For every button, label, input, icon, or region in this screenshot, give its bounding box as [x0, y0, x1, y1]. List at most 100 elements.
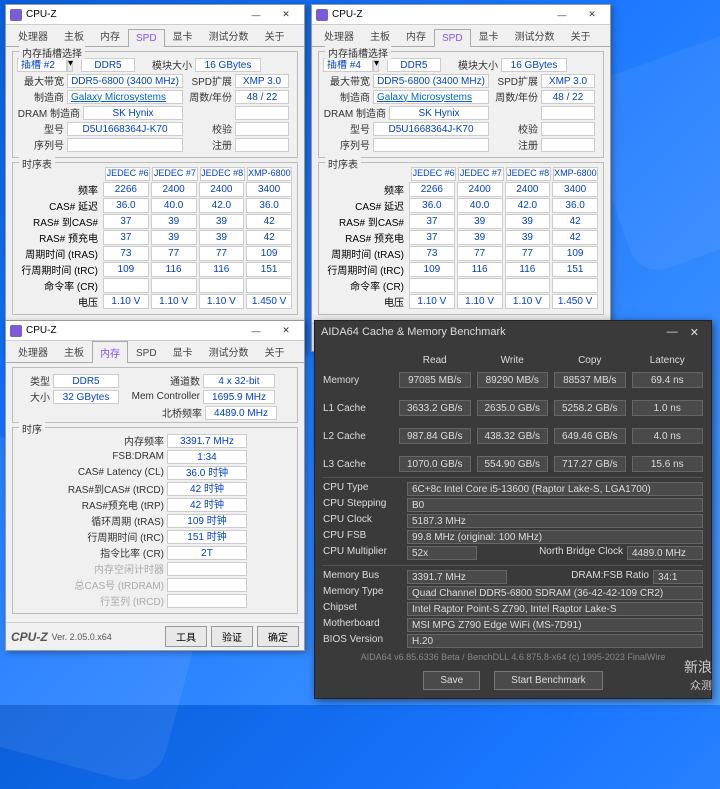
- info-row: CPU Clock5187.3 MHz: [323, 514, 703, 529]
- tab-bench[interactable]: 测试分数: [507, 24, 563, 46]
- mem-controller: 1695.9 MHz: [203, 390, 275, 404]
- mem-type: DDR5: [387, 58, 441, 72]
- mem-timing-row: RAS#预充电 (tRP)42 时钟: [17, 497, 293, 512]
- cpuz-logo: CPU-Z: [11, 630, 48, 644]
- validate-button[interactable]: 验证: [211, 626, 253, 647]
- drammfr: SK Hynix: [83, 106, 183, 120]
- tab-mainboard[interactable]: 主板: [56, 340, 92, 362]
- info-row: Memory Bus3391.7 MHzDRAM:FSB Ratio34:1: [323, 570, 703, 585]
- mfr-link[interactable]: Galaxy Microsystems Ltd.: [373, 90, 489, 104]
- info-row: CPU Type6C+8c Intel Core i5-13600 (Rapto…: [323, 482, 703, 497]
- ok-button[interactable]: 确定: [257, 626, 299, 647]
- cpuz-spd-window-slot2: CPU-Z — ✕ 处理器 主板 内存 SPD 显卡 测试分数 关于 内存插槽选…: [5, 4, 305, 352]
- tab-cpu[interactable]: 处理器: [10, 24, 56, 46]
- titlebar[interactable]: CPU-Z —✕: [6, 321, 304, 341]
- titlebar[interactable]: AIDA64 Cache & Memory Benchmark — ✕: [315, 321, 711, 343]
- close-button[interactable]: ✕: [684, 326, 705, 339]
- timing-group: 时序表 JEDEC #6JEDEC #7JEDEC #8XMP-6800频率22…: [12, 162, 298, 315]
- timing-title: 时序表: [19, 156, 55, 171]
- timing-col-header: JEDEC #7: [152, 167, 197, 181]
- mem-channels: 4 x 32-bit: [203, 374, 275, 388]
- week-label: 周数/年份: [183, 89, 235, 104]
- tab-bench[interactable]: 测试分数: [201, 24, 257, 46]
- bench-row: L2 Cache987.84 GB/s438.32 GB/s649.46 GB/…: [323, 427, 703, 445]
- mod-size-label: 模块大小: [135, 57, 195, 72]
- timing-col-header: JEDEC #6: [411, 167, 456, 181]
- timing-row: RAS# 到CAS#37393942: [17, 214, 293, 229]
- tab-spd[interactable]: SPD: [434, 29, 471, 47]
- tools-button[interactable]: 工具: [165, 626, 207, 647]
- timing-col-header: XMP-6800: [247, 167, 292, 181]
- mem-type: DDR5: [53, 374, 119, 388]
- save-button[interactable]: Save: [423, 671, 480, 690]
- timing-col-header: JEDEC #8: [506, 167, 551, 181]
- timing-row: 周期时间 (tRAS)737777109: [17, 246, 293, 261]
- timing-row: RAS# 到CAS#37393942: [323, 214, 599, 229]
- tab-memory[interactable]: 内存: [398, 24, 434, 46]
- timing-col-header: JEDEC #8: [200, 167, 245, 181]
- timing-col-header: JEDEC #7: [458, 167, 503, 181]
- mem-timing-row: 内存空闲计时器: [17, 561, 293, 576]
- tabs: 处理器 主板 内存 SPD 显卡 测试分数 关于: [6, 25, 304, 47]
- slot-select-group: 内存插槽选择 插槽 #2 ▾ DDR5 模块大小 16 GBytes 最大带宽 …: [12, 51, 298, 158]
- tab-memory[interactable]: 内存: [92, 341, 128, 363]
- timing-row: 电压1.10 V1.10 V1.10 V1.450 V: [323, 294, 599, 309]
- tab-mainboard[interactable]: 主板: [56, 24, 92, 46]
- tab-spd[interactable]: SPD: [128, 344, 165, 362]
- mem-timing-row: 行周期时间 (tRC)151 时钟: [17, 529, 293, 544]
- mem-timing-row: FSB:DRAM1:34: [17, 449, 293, 464]
- tab-cpu[interactable]: 处理器: [10, 340, 56, 362]
- close-button[interactable]: ✕: [272, 7, 300, 23]
- mem-timing-row: CAS# Latency (CL)36.0 时钟: [17, 465, 293, 480]
- aida-window: AIDA64 Cache & Memory Benchmark — ✕ Read…: [314, 320, 712, 699]
- tab-bench[interactable]: 测试分数: [201, 340, 257, 362]
- titlebar[interactable]: CPU-Z — ✕: [6, 5, 304, 25]
- minimize-button[interactable]: —: [548, 7, 576, 23]
- timing-col-header: JEDEC #6: [105, 167, 150, 181]
- timing-row: CAS# 延迟36.040.042.036.0: [323, 198, 599, 213]
- drammfr-label: DRAM 制造商: [17, 105, 83, 120]
- bench-header: Read Write Copy Latency: [323, 351, 703, 369]
- minimize-button[interactable]: —: [242, 323, 270, 339]
- tab-memory[interactable]: 内存: [92, 24, 128, 46]
- bench-row: L3 Cache1070.0 GB/s554.90 GB/s717.27 GB/…: [323, 455, 703, 473]
- tab-graphics[interactable]: 显卡: [165, 24, 201, 46]
- info-row: CPU FSB99.8 MHz (original: 100 MHz): [323, 530, 703, 545]
- info-row: CPU SteppingB0: [323, 498, 703, 513]
- reg: [235, 138, 289, 152]
- timing-row: 频率2266 MHz2400 MHz2400 MHz3400 MHz: [17, 182, 293, 197]
- mem-timing-row: 总CAS号 (tRDRAM): [17, 577, 293, 592]
- mod-size: 16 GBytes: [501, 58, 567, 72]
- start-benchmark-button[interactable]: Start Benchmark: [494, 671, 602, 690]
- mfr-link[interactable]: Galaxy Microsystems Ltd.: [67, 90, 183, 104]
- close-button[interactable]: ✕: [272, 323, 300, 339]
- timing-row: 频率2266 MHz2400 MHz2400 MHz3400 MHz: [323, 182, 599, 197]
- timing-row: 周期时间 (tRAS)737777109: [323, 246, 599, 261]
- minimize-button[interactable]: —: [661, 326, 684, 338]
- timing-row: RAS# 预充电37393942: [323, 230, 599, 245]
- check-label: 校验: [183, 121, 235, 136]
- tab-cpu[interactable]: 处理器: [316, 24, 362, 46]
- mem-timing-row: 指令比率 (CR)2T: [17, 545, 293, 560]
- mem-size: 32 GBytes: [53, 390, 119, 404]
- timing-row: CAS# 延迟36.040.042.036.0: [17, 198, 293, 213]
- group-title: 内存插槽选择: [325, 45, 391, 60]
- tab-graphics[interactable]: 显卡: [165, 340, 201, 362]
- tab-about[interactable]: 关于: [257, 340, 293, 362]
- tab-graphics[interactable]: 显卡: [471, 24, 507, 46]
- tab-mainboard[interactable]: 主板: [362, 24, 398, 46]
- model: D5U1668364J-K70: [67, 122, 183, 136]
- mem-type: DDR5: [81, 58, 135, 72]
- tab-spd[interactable]: SPD: [128, 29, 165, 47]
- tabs: 处理器 主板 内存 SPD 显卡 测试分数 关于: [312, 25, 610, 47]
- tab-about[interactable]: 关于: [563, 24, 599, 46]
- titlebar[interactable]: CPU-Z — ✕: [312, 5, 610, 25]
- mod-size: 16 GBytes: [195, 58, 261, 72]
- group-title: 内存插槽选择: [19, 45, 85, 60]
- serial-label: 序列号: [17, 137, 67, 152]
- timing-row: 行周期时间 (tRC)109116116151: [17, 262, 293, 277]
- tab-about[interactable]: 关于: [257, 24, 293, 46]
- minimize-button[interactable]: —: [242, 7, 270, 23]
- timing-group: 时序表 JEDEC #6JEDEC #7JEDEC #8XMP-6800频率22…: [318, 162, 604, 315]
- close-button[interactable]: ✕: [578, 7, 606, 23]
